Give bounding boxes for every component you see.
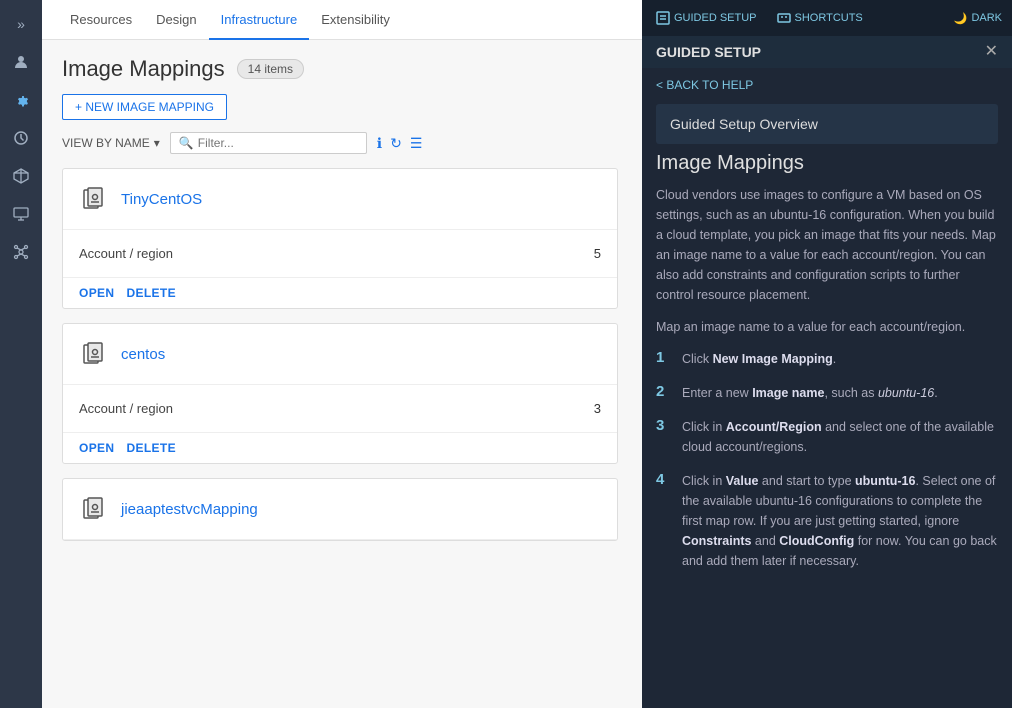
panel-title: GUIDED SETUP (656, 44, 761, 60)
main-area: Resources Design Infrastructure Extensib… (42, 0, 642, 708)
guided-setup-tab[interactable]: GUIDED SETUP (652, 9, 761, 27)
new-image-mapping-button[interactable]: + NEW IMAGE MAPPING (62, 94, 227, 120)
card-tinyCentOS-actions: OPEN DELETE (63, 277, 617, 308)
filter-icons: ℹ ↻ ☰ (377, 135, 423, 152)
card-jieaaptestvc: jieaaptestvcMapping (62, 478, 618, 541)
card-row-label: Account / region (79, 246, 173, 261)
cards-container: TinyCentOS Account / region 5 OPEN DELET… (62, 168, 622, 555)
image-mapping-icon-2 (79, 338, 111, 370)
step-text-1: Click New Image Mapping. (682, 349, 836, 369)
moon-icon: 🌙 (954, 12, 968, 25)
image-mapping-icon (79, 183, 111, 215)
view-by-dropdown[interactable]: VIEW BY NAME ▾ (62, 136, 160, 150)
panel-title-bar: GUIDED SETUP ✕ (642, 36, 1012, 68)
card-jieaaptestvc-header: jieaaptestvcMapping (63, 479, 617, 540)
dark-label: DARK (971, 12, 1002, 24)
card-tinyCentOS-header: TinyCentOS (63, 169, 617, 230)
sidebar-settings-icon[interactable] (5, 84, 37, 116)
right-panel: GUIDED SETUP SHORTCUTS 🌙 DARK GUIDED SET… (642, 0, 1012, 708)
guide-content: Image Mappings Cloud vendors use images … (642, 152, 1012, 708)
step-text-4: Click in Value and start to type ubuntu-… (682, 471, 998, 571)
nav-extensibility[interactable]: Extensibility (309, 0, 402, 40)
shortcuts-label: SHORTCUTS (795, 12, 863, 24)
card-centos-body: Account / region 3 (63, 385, 617, 432)
card-row-label-2: Account / region (79, 401, 173, 416)
card-tinyCentOS-name[interactable]: TinyCentOS (121, 191, 202, 208)
chevron-down-icon: ▾ (154, 136, 160, 150)
card-tinyCentOS-body: Account / region 5 (63, 230, 617, 277)
guide-step-2: 2 Enter a new Image name, such as ubuntu… (656, 383, 998, 403)
guide-step-4: 4 Click in Value and start to type ubunt… (656, 471, 998, 571)
topbar-left: GUIDED SETUP SHORTCUTS (652, 9, 867, 27)
sidebar-expand-icon[interactable]: » (5, 8, 37, 40)
card-row-value: 5 (594, 246, 601, 261)
guide-step-3: 3 Click in Account/Region and select one… (656, 417, 998, 457)
view-by-label: VIEW BY NAME (62, 136, 150, 150)
guided-section-header: Guided Setup Overview (656, 104, 998, 144)
step-num-2: 2 (656, 383, 672, 403)
search-box: 🔍 (170, 132, 367, 154)
delete-centos-button[interactable]: DELETE (126, 441, 176, 455)
refresh-icon[interactable]: ↻ (390, 135, 402, 152)
step-text-2: Enter a new Image name, such as ubuntu-1… (682, 383, 938, 403)
card-tinyCentOS: TinyCentOS Account / region 5 OPEN DELET… (62, 168, 618, 309)
guide-intro: Cloud vendors use images to configure a … (656, 185, 998, 305)
delete-tinyCentOS-button[interactable]: DELETE (126, 286, 176, 300)
image-mapping-icon-3 (79, 493, 111, 525)
open-tinyCentOS-button[interactable]: OPEN (79, 286, 114, 300)
card-centos-header: centos (63, 324, 617, 385)
panel-topbar: GUIDED SETUP SHORTCUTS 🌙 DARK (642, 0, 1012, 36)
card-jieaaptestvc-name[interactable]: jieaaptestvcMapping (121, 501, 258, 518)
items-badge: 14 items (237, 59, 304, 79)
guide-heading: Image Mappings (656, 152, 998, 175)
filter-bar: VIEW BY NAME ▾ 🔍 ℹ ↻ ☰ (62, 132, 622, 154)
card-centos-actions: OPEN DELETE (63, 432, 617, 463)
card-centos-row-0: Account / region 3 (79, 395, 601, 422)
search-input[interactable] (198, 136, 358, 150)
sidebar-network-icon[interactable] (5, 236, 37, 268)
nav-infrastructure[interactable]: Infrastructure (209, 0, 310, 40)
info-icon[interactable]: ℹ (377, 135, 382, 152)
shortcuts-tab[interactable]: SHORTCUTS (773, 9, 867, 27)
sidebar-cube-icon[interactable] (5, 160, 37, 192)
step-num-4: 4 (656, 471, 672, 571)
open-centos-button[interactable]: OPEN (79, 441, 114, 455)
list-view-icon[interactable]: ☰ (410, 135, 423, 152)
top-nav: Resources Design Infrastructure Extensib… (42, 0, 642, 40)
step-num-3: 3 (656, 417, 672, 457)
sidebar-monitor-icon[interactable] (5, 198, 37, 230)
page-header: Image Mappings 14 items (62, 56, 622, 82)
back-to-help-link[interactable]: < BACK TO HELP (642, 68, 1012, 96)
step-text-3: Click in Account/Region and select one o… (682, 417, 998, 457)
card-row-value-2: 3 (594, 401, 601, 416)
card-tinyCentOS-row-0: Account / region 5 (79, 240, 601, 267)
sidebar-users-icon[interactable] (5, 46, 37, 78)
nav-resources[interactable]: Resources (58, 0, 144, 40)
guide-subtext: Map an image name to a value for each ac… (656, 317, 998, 337)
card-centos-name[interactable]: centos (121, 346, 165, 363)
step-num-1: 1 (656, 349, 672, 369)
search-icon: 🔍 (179, 136, 194, 150)
guide-step-1: 1 Click New Image Mapping. (656, 349, 998, 369)
sidebar: » (0, 0, 42, 708)
content-area: Image Mappings 14 items + NEW IMAGE MAPP… (42, 40, 642, 708)
panel-close-button[interactable]: ✕ (985, 44, 998, 60)
card-centos: centos Account / region 3 OPEN DELETE (62, 323, 618, 464)
guided-setup-label: GUIDED SETUP (674, 12, 757, 24)
dark-toggle[interactable]: 🌙 DARK (954, 12, 1002, 25)
nav-design[interactable]: Design (144, 0, 208, 40)
sidebar-clock-icon[interactable] (5, 122, 37, 154)
page-title: Image Mappings (62, 56, 225, 82)
